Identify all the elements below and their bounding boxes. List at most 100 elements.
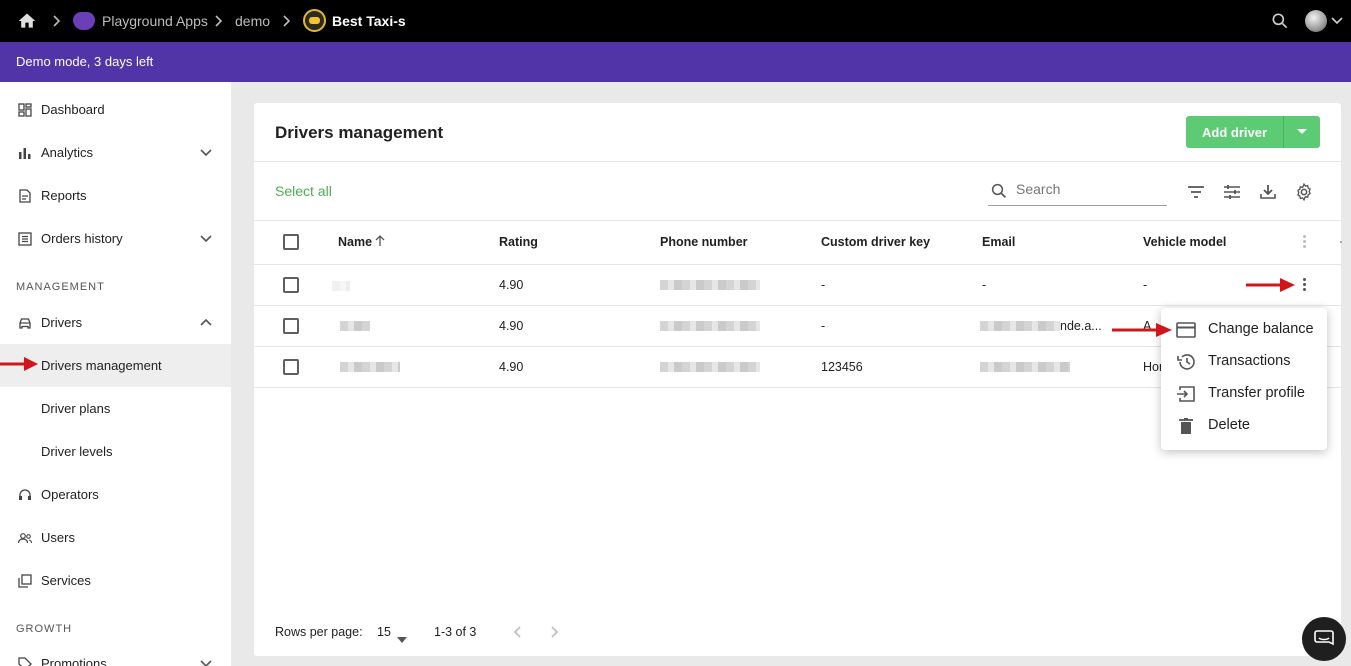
- document-icon: [17, 188, 33, 204]
- add-driver-button[interactable]: Add driver: [1186, 116, 1320, 148]
- trash-icon: [1176, 417, 1196, 439]
- sidebar-item-label: Drivers management: [41, 358, 162, 373]
- row-checkbox[interactable]: [283, 318, 299, 334]
- columns-settings-icon[interactable]: [1222, 182, 1242, 202]
- transfer-icon: [1176, 385, 1196, 407]
- sidebar-item-driver-levels[interactable]: Driver levels: [0, 430, 231, 473]
- search-field: [988, 177, 1167, 206]
- sidebar-item-label: Users: [41, 530, 75, 545]
- sidebar-item-operators[interactable]: Operators: [0, 473, 231, 516]
- email-cell: -: [982, 278, 987, 292]
- column-header-vehicle[interactable]: Vehicle model: [1143, 235, 1226, 249]
- column-header-phone[interactable]: Phone number: [660, 235, 748, 249]
- column-header-custom-key[interactable]: Custom driver key: [821, 235, 930, 249]
- menu-item-label: Transfer profile: [1208, 385, 1305, 401]
- next-page-icon[interactable]: [548, 625, 560, 644]
- services-icon: [17, 573, 33, 589]
- chat-button[interactable]: [1302, 617, 1346, 661]
- page-title: Drivers management: [275, 123, 444, 142]
- search-input[interactable]: [1016, 181, 1164, 197]
- pagination-range: 1-3 of 3: [434, 625, 477, 639]
- chat-icon: [1314, 630, 1334, 646]
- sidebar-item-orders-history[interactable]: Orders history: [0, 217, 231, 260]
- sidebar-item-promotions[interactable]: Promotions: [0, 642, 231, 666]
- sidebar-item-analytics[interactable]: Analytics: [0, 131, 231, 174]
- list-icon: [17, 231, 33, 247]
- column-options-icon[interactable]: [1303, 235, 1307, 251]
- avatar[interactable]: [1305, 10, 1327, 32]
- sidebar-item-drivers[interactable]: Drivers: [0, 301, 231, 344]
- menu-item-transfer-profile[interactable]: Transfer profile: [1161, 378, 1327, 410]
- sidebar-item-label: Drivers: [41, 315, 83, 330]
- rows-per-page-label: Rows per page:: [275, 625, 363, 639]
- bar-chart-icon: [17, 145, 33, 161]
- redacted-email: [980, 321, 1060, 331]
- sidebar: Dashboard Analytics Reports Orders histo…: [0, 82, 231, 666]
- menu-item-label: Change balance: [1208, 321, 1314, 337]
- redacted-name: [340, 362, 400, 372]
- row-actions-menu: Change balance Transactions Transfer pro…: [1161, 308, 1327, 450]
- sidebar-item-users[interactable]: Users: [0, 516, 231, 559]
- annotation-arrow-icon: [1246, 278, 1295, 292]
- chevron-down-icon: [199, 657, 213, 666]
- sidebar-item-driver-plans[interactable]: Driver plans: [0, 387, 231, 430]
- demo-banner: Demo mode, 3 days left: [0, 42, 1351, 82]
- sidebar-item-label: Reports: [41, 188, 87, 203]
- taxi-logo-icon: [303, 9, 326, 32]
- dashboard-icon: [17, 102, 33, 118]
- filter-icon[interactable]: [1186, 182, 1206, 202]
- breadcrumb-project[interactable]: Best Taxi-s: [332, 0, 406, 42]
- annotation-arrow-icon: [0, 357, 38, 371]
- breadcrumb-demo[interactable]: demo: [235, 0, 270, 42]
- section-title-management: MANAGEMENT: [16, 281, 105, 293]
- divider: [254, 305, 1341, 306]
- annotation-arrow-icon: [1112, 323, 1172, 337]
- chevron-up-icon: [199, 316, 213, 333]
- download-icon[interactable]: [1258, 182, 1278, 202]
- breadcrumb-app[interactable]: Playground Apps: [102, 0, 208, 42]
- sidebar-item-label: Driver plans: [41, 401, 111, 416]
- tag-icon: [17, 656, 33, 666]
- sidebar-item-label: Driver levels: [41, 444, 113, 459]
- sidebar-item-reports[interactable]: Reports: [0, 174, 231, 217]
- search-icon: [990, 182, 1008, 205]
- search-icon[interactable]: [1270, 11, 1290, 36]
- row-checkbox[interactable]: [283, 359, 299, 375]
- rows-per-page-select[interactable]: 15: [377, 625, 391, 639]
- gear-icon[interactable]: [1294, 182, 1314, 202]
- redacted-name: [340, 321, 370, 331]
- button-divider: [1283, 116, 1284, 148]
- rating-cell: 4.90: [499, 278, 524, 292]
- sidebar-item-services[interactable]: Services: [0, 559, 231, 602]
- section-title-growth: GROWTH: [16, 623, 73, 635]
- column-header-name[interactable]: Name: [338, 235, 372, 249]
- row-actions-icon[interactable]: [1303, 278, 1307, 294]
- prev-page-icon[interactable]: [512, 625, 524, 644]
- sidebar-item-label: Dashboard: [41, 102, 105, 117]
- add-driver-label: Add driver: [1202, 125, 1268, 140]
- redacted-phone: [660, 280, 760, 290]
- headset-icon: [17, 487, 33, 503]
- custom-key-cell: -: [821, 278, 826, 292]
- rating-cell: 4.90: [499, 360, 524, 374]
- redacted-email: [980, 362, 1070, 372]
- sidebar-item-dashboard[interactable]: Dashboard: [0, 88, 231, 131]
- custom-key-cell: 123456: [821, 360, 863, 374]
- column-header-email[interactable]: Email: [982, 235, 1015, 249]
- menu-item-change-balance[interactable]: Change balance: [1161, 314, 1327, 346]
- home-icon[interactable]: [17, 11, 37, 36]
- menu-item-label: Transactions: [1208, 353, 1291, 369]
- chevron-down-icon[interactable]: [1330, 14, 1344, 33]
- sidebar-item-label: Services: [41, 573, 91, 588]
- app-logo-icon: [73, 12, 95, 30]
- select-all-link[interactable]: Select all: [275, 183, 332, 199]
- column-header-rating[interactable]: Rating: [499, 235, 538, 249]
- row-checkbox[interactable]: [283, 277, 299, 293]
- caret-down-icon[interactable]: [397, 630, 407, 648]
- history-icon: [1176, 353, 1196, 375]
- menu-item-transactions[interactable]: Transactions: [1161, 346, 1327, 378]
- select-all-checkbox[interactable]: [283, 234, 299, 250]
- sort-up-arrow-icon[interactable]: [374, 234, 386, 253]
- dropdown-caret-icon[interactable]: [1297, 129, 1307, 134]
- menu-item-delete[interactable]: Delete: [1161, 410, 1327, 442]
